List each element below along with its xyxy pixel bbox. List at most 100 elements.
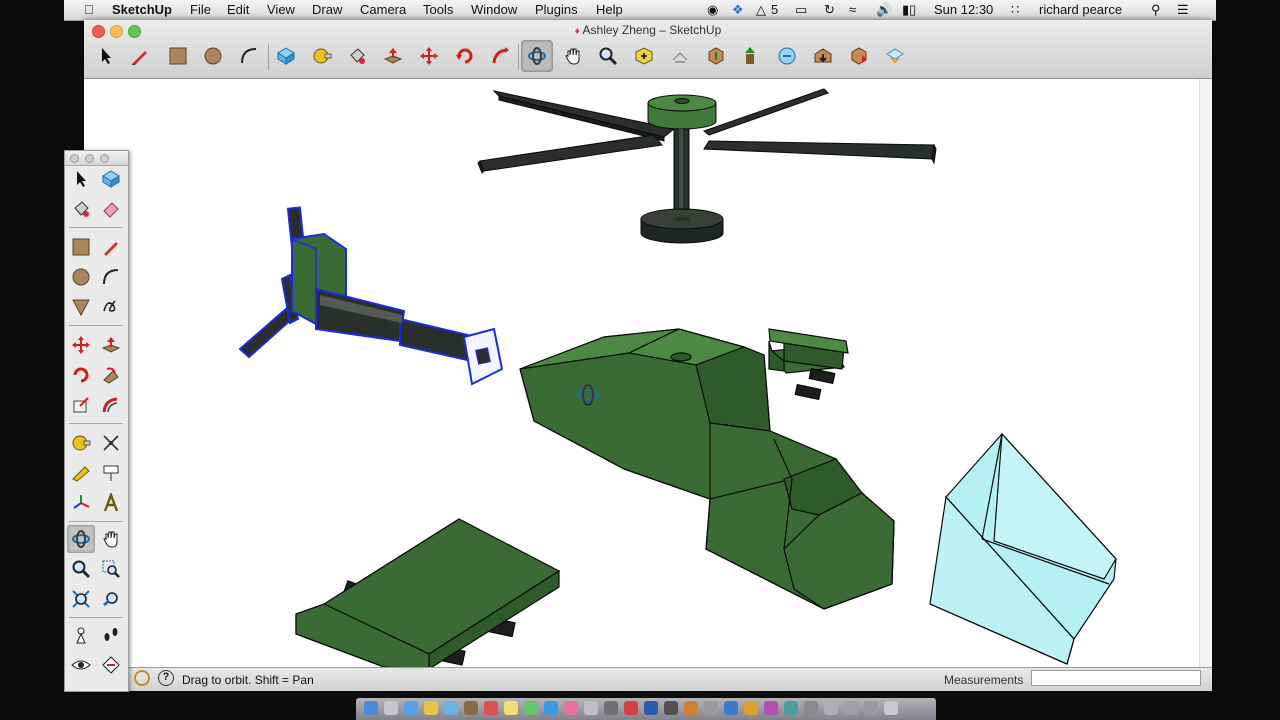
- menu-app-name[interactable]: SketchUp: [112, 2, 172, 17]
- applications-stack-icon[interactable]: [864, 701, 878, 715]
- calendar-icon[interactable]: [484, 701, 498, 715]
- palette-select-tool[interactable]: [67, 165, 95, 193]
- chrome-icon[interactable]: [424, 701, 438, 715]
- layout-icon[interactable]: [744, 701, 758, 715]
- photoshop-icon[interactable]: [644, 701, 658, 715]
- palette-pan-tool[interactable]: [97, 525, 125, 553]
- palette-scale-tool[interactable]: [67, 391, 95, 419]
- menu-plugins[interactable]: Plugins: [535, 2, 578, 17]
- illustrator-icon[interactable]: [684, 701, 698, 715]
- zoom-extents-tool-button[interactable]: [628, 40, 660, 72]
- menu-view[interactable]: View: [267, 2, 295, 17]
- instructor-help-icon[interactable]: ?: [158, 670, 174, 686]
- extension-warehouse-tool-button[interactable]: [807, 40, 839, 72]
- safari-icon[interactable]: [404, 701, 418, 715]
- select-tool-button[interactable]: [90, 40, 122, 72]
- palette-3d-text-tool[interactable]: [97, 489, 125, 517]
- palette-zoom-button[interactable]: [100, 154, 109, 163]
- palette-make-component-tool[interactable]: [97, 165, 125, 193]
- dropbox-icon[interactable]: ❖: [732, 2, 744, 18]
- battery-icon[interactable]: ▮▯: [902, 2, 916, 18]
- palette-close-button[interactable]: [70, 154, 79, 163]
- palette-titlebar[interactable]: [65, 151, 128, 166]
- rotate-tool-button[interactable]: [449, 40, 481, 72]
- fuselage[interactable]: [519, 328, 895, 610]
- palette-arc-tool[interactable]: [97, 263, 125, 291]
- palette-text-tool[interactable]: [97, 459, 125, 487]
- preview-icon[interactable]: [704, 701, 718, 715]
- preview-3d-tool-button[interactable]: [879, 40, 911, 72]
- palette-orbit-tool[interactable]: [67, 525, 95, 553]
- trash-icon[interactable]: [884, 701, 898, 715]
- sketchup-dock-icon[interactable]: [624, 701, 638, 715]
- system-preferences-icon[interactable]: [604, 701, 618, 715]
- messages-icon[interactable]: [524, 701, 538, 715]
- terminal-icon[interactable]: [664, 701, 678, 715]
- palette-zoom-previous-tool[interactable]: [97, 585, 125, 613]
- make-component-tool-button[interactable]: [270, 40, 302, 72]
- main-rotor[interactable]: [477, 88, 937, 244]
- get-models-tool-button[interactable]: [700, 40, 732, 72]
- palette-position-camera-tool[interactable]: [67, 621, 95, 649]
- palette-pencil-tool[interactable]: [97, 233, 125, 261]
- menu-draw[interactable]: Draw: [312, 2, 342, 17]
- palette-circle-tool[interactable]: [67, 263, 95, 291]
- menu-tools[interactable]: Tools: [423, 2, 453, 17]
- documents-stack-icon[interactable]: [844, 701, 858, 715]
- finder-icon[interactable]: [364, 701, 378, 715]
- airplay-icon[interactable]: ▭: [795, 2, 807, 18]
- vertical-scrollbar[interactable]: [1199, 79, 1212, 667]
- adobe-icon[interactable]: △: [756, 2, 766, 18]
- style-builder-icon[interactable]: [764, 701, 778, 715]
- horizontal-stabilizer[interactable]: [295, 518, 561, 667]
- utilities-icon[interactable]: [804, 701, 818, 715]
- palette-paint-bucket-tool[interactable]: [67, 195, 95, 223]
- itunes-icon[interactable]: [564, 701, 578, 715]
- palette-section-plane-tool[interactable]: [97, 651, 125, 679]
- wifi-icon[interactable]: ≈: [849, 2, 856, 17]
- bluetooth-icon[interactable]: ∷: [1011, 2, 1019, 18]
- contacts-icon[interactable]: [464, 701, 478, 715]
- palette-axes-tool[interactable]: [67, 489, 95, 517]
- palette-offset-tool[interactable]: [97, 391, 125, 419]
- send-to-layout-tool-button[interactable]: [843, 40, 875, 72]
- geo-location-icon[interactable]: [134, 670, 150, 686]
- measurements-field[interactable]: [1031, 670, 1201, 686]
- selected-tail-assembly[interactable]: [238, 206, 504, 386]
- follow-me-tool-button[interactable]: [485, 40, 517, 72]
- facetime-icon[interactable]: [544, 701, 558, 715]
- notes-icon[interactable]: [504, 701, 518, 715]
- circle-tool-button[interactable]: [197, 40, 229, 72]
- palette-minimize-button[interactable]: [85, 154, 94, 163]
- app-store-icon[interactable]: [584, 701, 598, 715]
- mail-icon[interactable]: [444, 701, 458, 715]
- menu-help[interactable]: Help: [596, 2, 623, 17]
- scene-canvas[interactable]: [84, 79, 1212, 667]
- palette-rectangle-tool[interactable]: [67, 233, 95, 261]
- arc-tool-button[interactable]: [233, 40, 265, 72]
- palette-walk-tool[interactable]: [97, 621, 125, 649]
- palette-zoom-extents-tool[interactable]: [67, 585, 95, 613]
- tape-measure-tool-button[interactable]: [306, 40, 338, 72]
- volume-icon[interactable]: 🔊: [876, 2, 892, 18]
- palette-zoom-tool[interactable]: [67, 555, 95, 583]
- rectangle-tool-button[interactable]: [162, 40, 194, 72]
- word-icon[interactable]: [724, 701, 738, 715]
- push-pull-tool-button[interactable]: [377, 40, 409, 72]
- palette-follow-me-tool[interactable]: [97, 361, 125, 389]
- palette-look-around-tool[interactable]: [67, 651, 95, 679]
- downloads-stack-icon[interactable]: [824, 701, 838, 715]
- pan-tool-button[interactable]: [557, 40, 589, 72]
- palette-move-tool[interactable]: [67, 331, 95, 359]
- zoom-tool-button[interactable]: [592, 40, 624, 72]
- menu-window[interactable]: Window: [471, 2, 517, 17]
- model-viewport[interactable]: [84, 79, 1212, 667]
- palette-protractor-tool[interactable]: [67, 459, 95, 487]
- palette-freehand-tool[interactable]: [97, 293, 125, 321]
- glass-canopy[interactable]: [929, 432, 1117, 665]
- palette-tape-measure-tool[interactable]: [67, 429, 95, 457]
- spotlight-search-icon[interactable]: ⚲: [1151, 2, 1161, 18]
- time-machine-icon[interactable]: ↻: [824, 2, 835, 18]
- palette-rotate-tool[interactable]: [67, 361, 95, 389]
- palette-dimension-tool[interactable]: [97, 429, 125, 457]
